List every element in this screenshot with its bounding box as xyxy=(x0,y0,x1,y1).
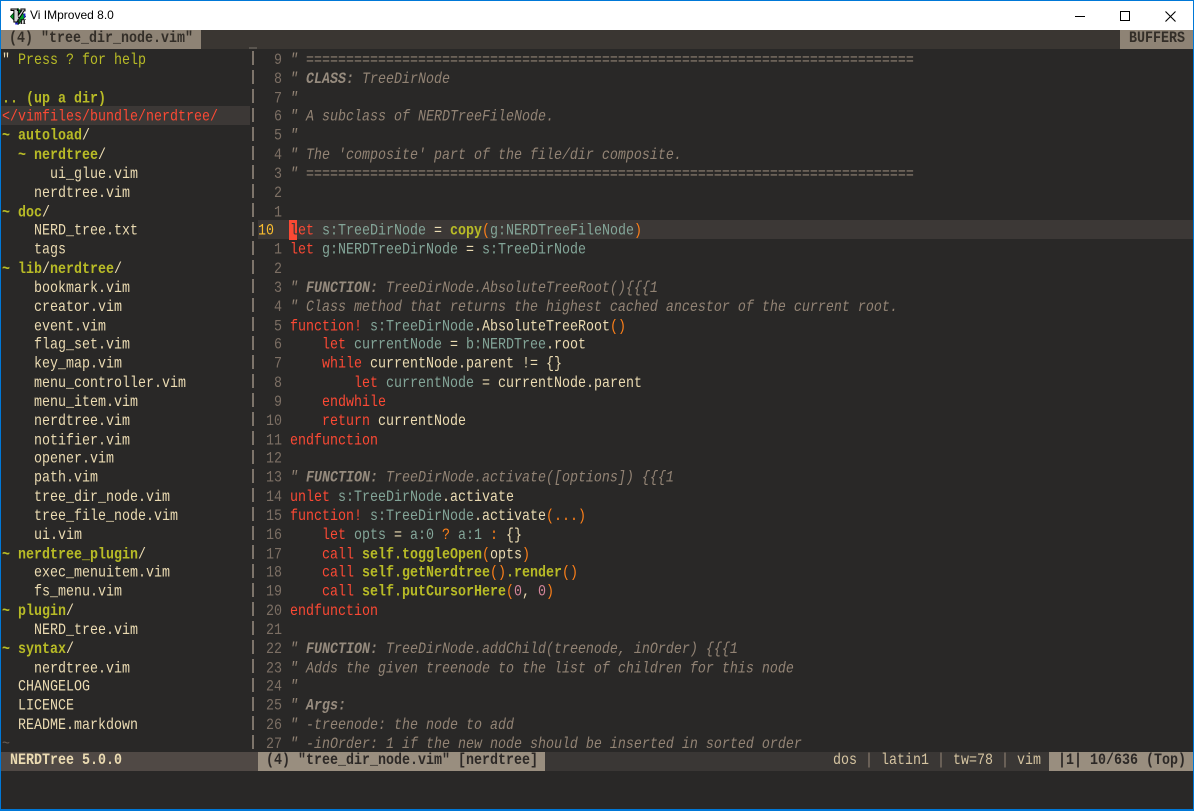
svg-text:im: im xyxy=(17,16,26,25)
